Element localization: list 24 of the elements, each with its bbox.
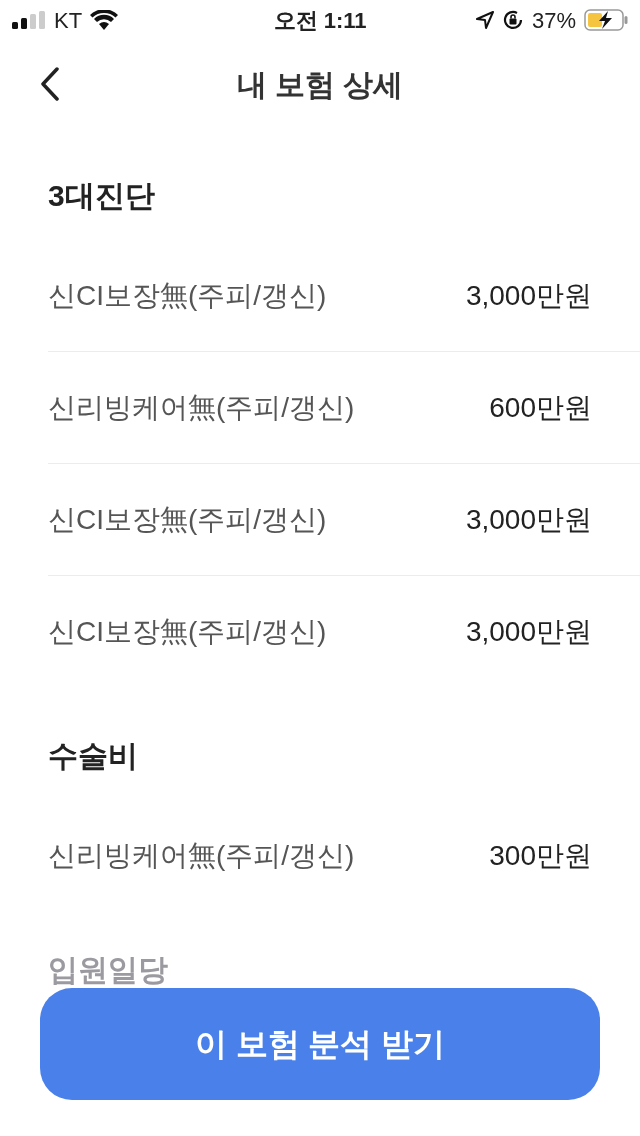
section-title: 3대진단 [48,177,155,214]
back-icon [40,67,60,101]
carrier-name: KT [54,6,83,35]
coverage-name: 신CI보장無(주피/갱신) [48,278,327,313]
signal-icon [12,11,46,29]
coverage-amount: 3,000만원 [465,615,592,649]
battery-percent: 37% [531,6,576,35]
coverage-name: 신리빙케어無(주피/갱신) [48,390,355,425]
section-title: 수술비 [48,737,138,774]
coverage-amount: 3,000만원 [465,278,592,313]
coverage-name: 신CI보장無(주피/갱신) [48,502,327,537]
coverage-amount: 3,000만원 [465,502,592,537]
location-icon [475,11,494,29]
coverage-name: 신CI보장無(주피/갱신) [48,615,327,649]
wifi-icon [90,10,119,30]
coverage-name: 신리빙케어無(주피/갱신) [48,839,355,873]
battery-charging-icon [584,9,628,31]
analyze-button[interactable]: 이 보험 분석 받기 [40,988,600,1100]
page-title: 내 보험 상세 [236,66,404,103]
clock: 오전 1:11 [273,6,367,35]
coverage-amount: 300만원 [489,839,592,873]
section-title: 입원일당 [48,953,168,987]
rotation-lock-icon [501,9,524,31]
coverage-amount: 600만원 [489,390,592,425]
